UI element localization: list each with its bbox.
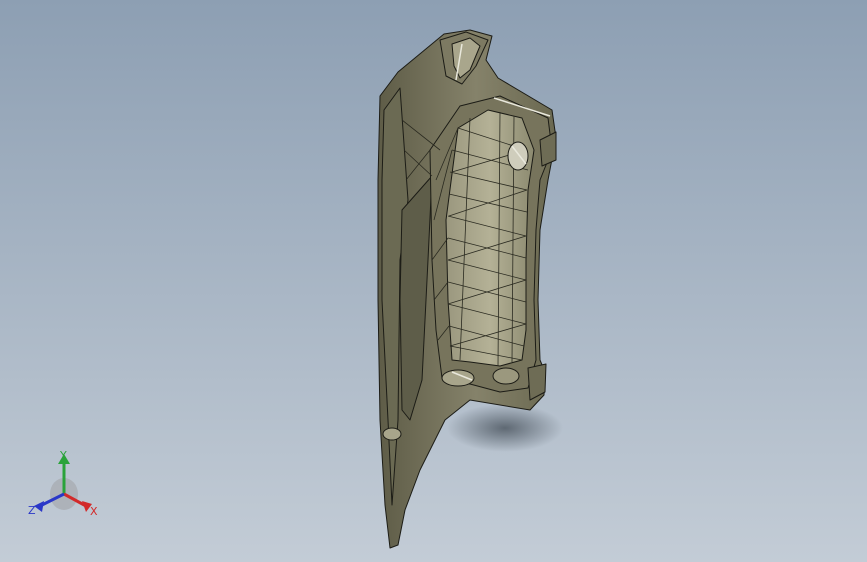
part-lower-boss-right [492,367,520,385]
part-lower-boss-left [441,369,475,387]
graphics-viewport[interactable]: Y X Z [0,0,867,562]
3d-model-view[interactable] [0,0,867,562]
triad-z-label: Z [28,504,36,517]
reference-triad: Y X Z [22,448,112,528]
model-shadow [447,404,563,452]
triad-x-label: X [90,505,98,518]
part-base-boss [382,427,402,441]
triad-y-label: Y [60,449,67,462]
part-upper-boss [507,141,529,171]
cad-part[interactable] [377,29,557,549]
